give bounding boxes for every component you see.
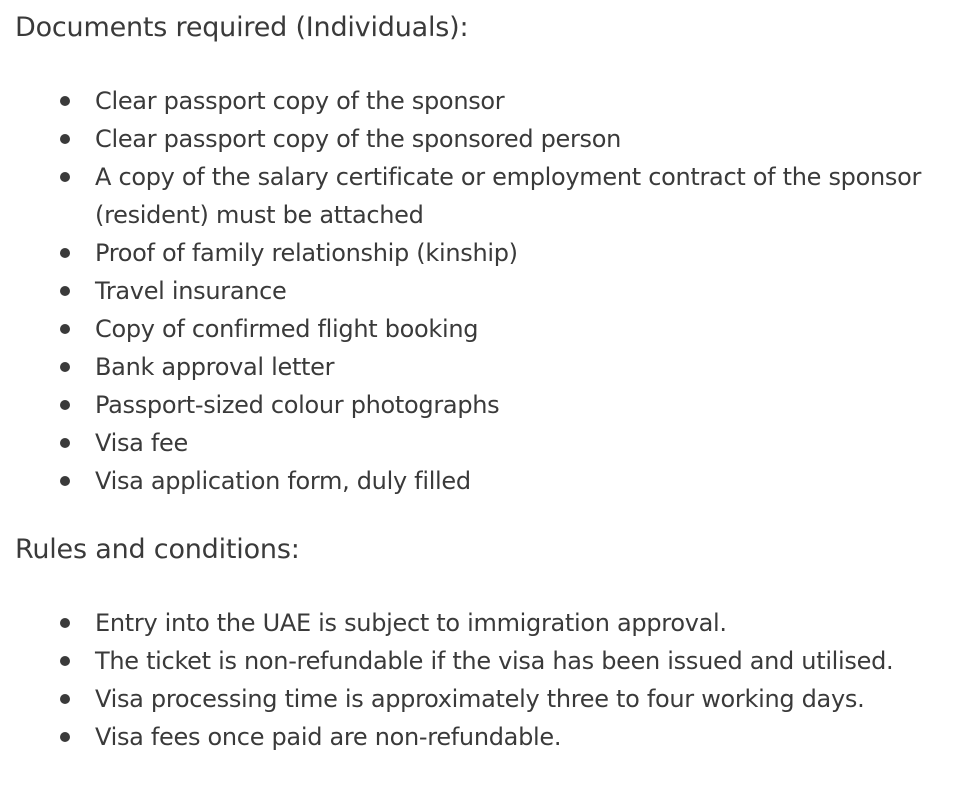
list-item: The ticket is non-refundable if the visa… bbox=[15, 642, 965, 680]
list-item: Copy of confirmed flight booking bbox=[15, 310, 965, 348]
documents-heading: Documents required (Individuals): bbox=[15, 12, 469, 43]
list-item-text: Visa processing time is approximately th… bbox=[95, 685, 865, 713]
list-item-text: Visa fees once paid are non-refundable. bbox=[95, 723, 562, 751]
list-item: A copy of the salary certificate or empl… bbox=[15, 158, 965, 234]
list-item-text: The ticket is non-refundable if the visa… bbox=[95, 647, 894, 675]
list-item: Entry into the UAE is subject to immigra… bbox=[15, 604, 965, 642]
list-item: Clear passport copy of the sponsor bbox=[15, 82, 965, 120]
bullet-icon bbox=[60, 438, 70, 448]
bullet-icon bbox=[60, 656, 70, 666]
bullet-icon bbox=[60, 172, 70, 182]
list-item: Clear passport copy of the sponsored per… bbox=[15, 120, 965, 158]
list-item-text: Visa fee bbox=[95, 429, 188, 457]
rules-heading: Rules and conditions: bbox=[15, 534, 300, 565]
list-item: Visa fee bbox=[15, 424, 965, 462]
bullet-icon bbox=[60, 248, 70, 258]
documents-list: Clear passport copy of the sponsor Clear… bbox=[15, 82, 965, 500]
bullet-icon bbox=[60, 362, 70, 372]
list-item-text: Passport-sized colour photographs bbox=[95, 391, 500, 419]
bullet-icon bbox=[60, 476, 70, 486]
list-item-text: Clear passport copy of the sponsor bbox=[95, 87, 505, 115]
list-item: Visa application form, duly filled bbox=[15, 462, 965, 500]
list-item-text: Travel insurance bbox=[95, 277, 287, 305]
list-item: Visa processing time is approximately th… bbox=[15, 680, 965, 718]
bullet-icon bbox=[60, 618, 70, 628]
list-item: Bank approval letter bbox=[15, 348, 965, 386]
list-item-text: Entry into the UAE is subject to immigra… bbox=[95, 609, 727, 637]
list-item: Travel insurance bbox=[15, 272, 965, 310]
list-item: Passport-sized colour photographs bbox=[15, 386, 965, 424]
list-item-text: Copy of confirmed flight booking bbox=[95, 315, 479, 343]
bullet-icon bbox=[60, 694, 70, 704]
bullet-icon bbox=[60, 732, 70, 742]
bullet-icon bbox=[60, 96, 70, 106]
list-item-text: Visa application form, duly filled bbox=[95, 467, 471, 495]
list-item: Proof of family relationship (kinship) bbox=[15, 234, 965, 272]
rules-list: Entry into the UAE is subject to immigra… bbox=[15, 604, 965, 756]
list-item-text: Bank approval letter bbox=[95, 353, 335, 381]
list-item-text: Proof of family relationship (kinship) bbox=[95, 239, 518, 267]
bullet-icon bbox=[60, 134, 70, 144]
bullet-icon bbox=[60, 400, 70, 410]
bullet-icon bbox=[60, 286, 70, 296]
list-item-text: A copy of the salary certificate or empl… bbox=[95, 163, 922, 229]
list-item: Visa fees once paid are non-refundable. bbox=[15, 718, 965, 756]
bullet-icon bbox=[60, 324, 70, 334]
list-item-text: Clear passport copy of the sponsored per… bbox=[95, 125, 622, 153]
